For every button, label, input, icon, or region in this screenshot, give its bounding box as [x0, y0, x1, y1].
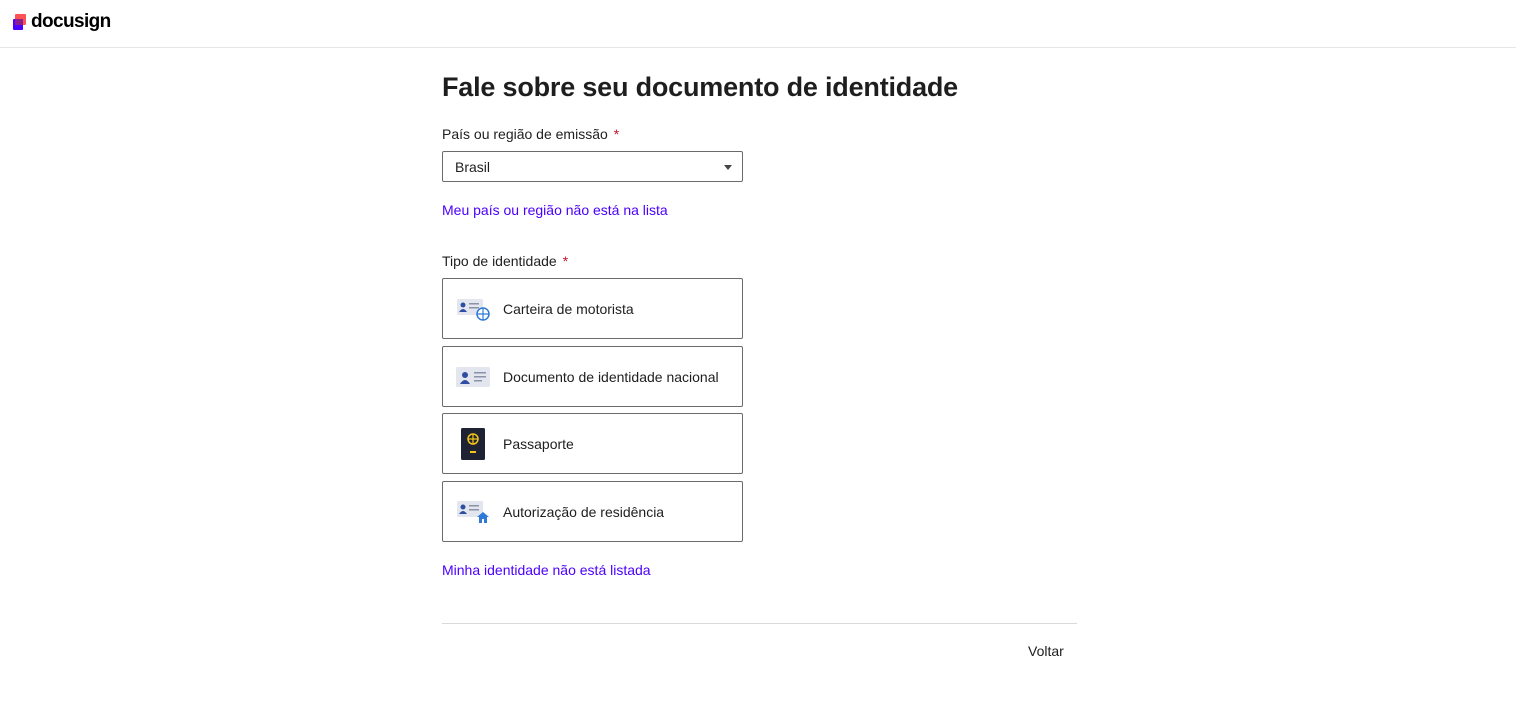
passport-icon — [455, 426, 491, 462]
docusign-logo[interactable]: docusign — [13, 12, 111, 32]
residence-permit-icon — [455, 494, 491, 530]
id-option-label: Autorização de residência — [503, 503, 665, 520]
chevron-down-icon — [724, 165, 732, 170]
drivers-license-icon — [455, 291, 491, 327]
docusign-wordmark: docusign — [31, 11, 111, 32]
id-type-label: Tipo de identidade * — [442, 253, 568, 269]
id-option-residence-permit[interactable]: Autorização de residência — [442, 481, 743, 542]
id-type-label-text: Tipo de identidade — [442, 253, 557, 269]
country-select[interactable]: Brasil — [442, 151, 743, 182]
country-label-text: País ou região de emissão — [442, 126, 608, 142]
national-id-card-icon — [455, 359, 491, 395]
back-button[interactable]: Voltar — [1028, 643, 1064, 659]
id-option-label: Carteira de motorista — [503, 300, 634, 317]
footer-divider — [442, 623, 1077, 624]
id-option-label: Documento de identidade nacional — [503, 368, 719, 385]
docusign-logo-mark-icon — [13, 14, 27, 30]
id-option-passport[interactable]: Passaporte — [442, 413, 743, 474]
country-not-listed-link[interactable]: Meu país ou região não está na lista — [442, 202, 668, 218]
country-label: País ou região de emissão * — [442, 126, 619, 142]
required-marker: * — [613, 126, 620, 142]
id-not-listed-link[interactable]: Minha identidade não está listada — [442, 562, 651, 578]
country-select-value: Brasil — [455, 158, 491, 175]
id-option-national-id[interactable]: Documento de identidade nacional — [442, 346, 743, 407]
top-header: docusign — [0, 0, 1516, 48]
required-marker: * — [562, 253, 569, 269]
id-option-drivers-license[interactable]: Carteira de motorista — [442, 278, 743, 339]
page-title: Fale sobre seu documento de identidade — [442, 72, 958, 102]
id-option-label: Passaporte — [503, 435, 574, 452]
